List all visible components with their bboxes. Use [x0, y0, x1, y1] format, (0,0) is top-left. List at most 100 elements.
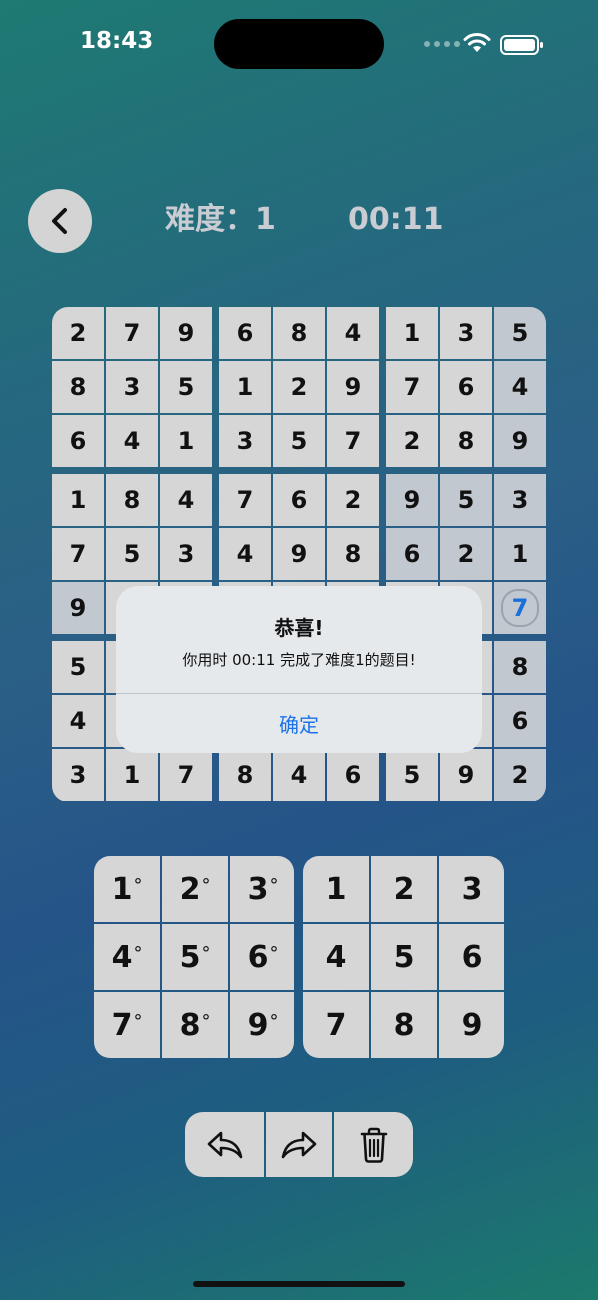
board-cell[interactable]: 4	[219, 528, 271, 580]
board-cell[interactable]: 9	[327, 361, 379, 413]
board-cell[interactable]: 9	[494, 415, 546, 467]
value-key-5[interactable]: 5	[371, 924, 437, 990]
board-cell[interactable]: 9	[273, 528, 325, 580]
board-cell[interactable]: 3	[440, 307, 492, 359]
value-key-2[interactable]: 2	[371, 856, 437, 922]
board-cell[interactable]: 9	[52, 582, 104, 634]
undo-icon	[207, 1131, 242, 1158]
board-cell[interactable]: 1	[106, 749, 158, 801]
redo-icon	[281, 1131, 317, 1158]
value-key-8[interactable]: 8	[371, 992, 437, 1058]
board-cell[interactable]: 8	[219, 749, 271, 801]
board-cell[interactable]: 1	[160, 415, 212, 467]
board-cell[interactable]: 8	[327, 528, 379, 580]
timer-label: 00:11	[348, 202, 444, 237]
board-cell[interactable]: 6	[440, 361, 492, 413]
board-cell[interactable]: 6	[494, 695, 546, 747]
board-cell[interactable]: 3	[160, 528, 212, 580]
undo-button[interactable]	[185, 1112, 264, 1177]
note-key-7[interactable]: 7 °	[94, 992, 160, 1058]
board-cell[interactable]: 5	[440, 474, 492, 526]
board-cell[interactable]: 7	[106, 307, 158, 359]
selected-cell-value: 7	[501, 589, 539, 627]
board-cell[interactable]: 6	[386, 528, 438, 580]
board-cell[interactable]: 4	[327, 307, 379, 359]
note-mark: °	[269, 874, 279, 896]
board-cell[interactable]: 4	[106, 415, 158, 467]
board-cell[interactable]: 3	[494, 474, 546, 526]
board-cell[interactable]: 1	[386, 307, 438, 359]
board-cell[interactable]: 2	[386, 415, 438, 467]
board-cell[interactable]: 3	[219, 415, 271, 467]
board-cell[interactable]: 3	[52, 749, 104, 801]
board-cell[interactable]: 6	[273, 474, 325, 526]
note-key-2[interactable]: 2 °	[162, 856, 228, 922]
dialog-title: 恭喜!	[274, 616, 324, 640]
board-cell[interactable]: 4	[160, 474, 212, 526]
board-cell[interactable]: 6	[219, 307, 271, 359]
board-cell[interactable]: 6	[327, 749, 379, 801]
board-cell[interactable]: 8	[494, 641, 546, 693]
delete-button[interactable]	[334, 1112, 413, 1177]
board-cell[interactable]: 5	[106, 528, 158, 580]
value-key-6[interactable]: 6	[439, 924, 504, 990]
board-cell[interactable]: 2	[494, 749, 546, 801]
note-key-4[interactable]: 4 °	[94, 924, 160, 990]
board-cell[interactable]: 7	[494, 582, 546, 634]
back-button[interactable]	[28, 189, 92, 253]
value-key-9[interactable]: 9	[439, 992, 504, 1058]
board-cell[interactable]: 1	[494, 528, 546, 580]
board-cell[interactable]: 2	[440, 528, 492, 580]
board-cell[interactable]: 8	[52, 361, 104, 413]
value-key-7[interactable]: 7	[303, 992, 369, 1058]
board-cell[interactable]: 9	[440, 749, 492, 801]
board-cell[interactable]: 5	[160, 361, 212, 413]
board-cell[interactable]: 5	[273, 415, 325, 467]
note-mark: °	[201, 942, 211, 964]
note-key-9[interactable]: 9 °	[230, 992, 294, 1058]
board-cell[interactable]: 9	[160, 307, 212, 359]
board-cell[interactable]: 8	[106, 474, 158, 526]
completion-dialog: 恭喜! 你用时 00:11 完成了难度1的题目! 确定	[116, 586, 482, 753]
board-cell[interactable]: 5	[386, 749, 438, 801]
board-cell[interactable]: 2	[52, 307, 104, 359]
note-key-label: 9	[247, 1007, 269, 1043]
board-cell[interactable]: 3	[106, 361, 158, 413]
action-toolbar	[185, 1112, 413, 1177]
value-keys-group: 123 456 789	[303, 856, 504, 1058]
board-cell[interactable]: 1	[219, 361, 271, 413]
dialog-ok-button[interactable]: 确定	[116, 694, 482, 753]
redo-button[interactable]	[266, 1112, 332, 1177]
board-cell[interactable]: 9	[386, 474, 438, 526]
note-key-3[interactable]: 3 °	[230, 856, 294, 922]
note-mark: °	[133, 942, 143, 964]
note-key-5[interactable]: 5 °	[162, 924, 228, 990]
board-cell[interactable]: 6	[52, 415, 104, 467]
note-key-1[interactable]: 1 °	[94, 856, 160, 922]
board-cell[interactable]: 1	[52, 474, 104, 526]
note-key-label: 1	[111, 871, 133, 907]
value-key-1[interactable]: 1	[303, 856, 369, 922]
board-cell[interactable]: 4	[52, 695, 104, 747]
board-cell[interactable]: 5	[52, 641, 104, 693]
board-cell[interactable]: 5	[494, 307, 546, 359]
board-cell[interactable]: 4	[494, 361, 546, 413]
status-time: 18:43	[80, 28, 154, 54]
board-cell[interactable]: 7	[52, 528, 104, 580]
board-cell[interactable]: 8	[273, 307, 325, 359]
board-cell[interactable]: 7	[219, 474, 271, 526]
board-cell[interactable]: 4	[273, 749, 325, 801]
board-cell[interactable]: 7	[327, 415, 379, 467]
home-indicator	[193, 1281, 405, 1287]
value-key-3[interactable]: 3	[439, 856, 504, 922]
board-cell[interactable]: 7	[386, 361, 438, 413]
note-key-6[interactable]: 6 °	[230, 924, 294, 990]
note-key-8[interactable]: 8 °	[162, 992, 228, 1058]
trash-icon	[360, 1127, 387, 1163]
value-key-4[interactable]: 4	[303, 924, 369, 990]
board-cell[interactable]: 7	[160, 749, 212, 801]
board-cell[interactable]: 8	[440, 415, 492, 467]
board-cell[interactable]: 2	[273, 361, 325, 413]
note-mark: °	[201, 1010, 211, 1032]
board-cell[interactable]: 2	[327, 474, 379, 526]
